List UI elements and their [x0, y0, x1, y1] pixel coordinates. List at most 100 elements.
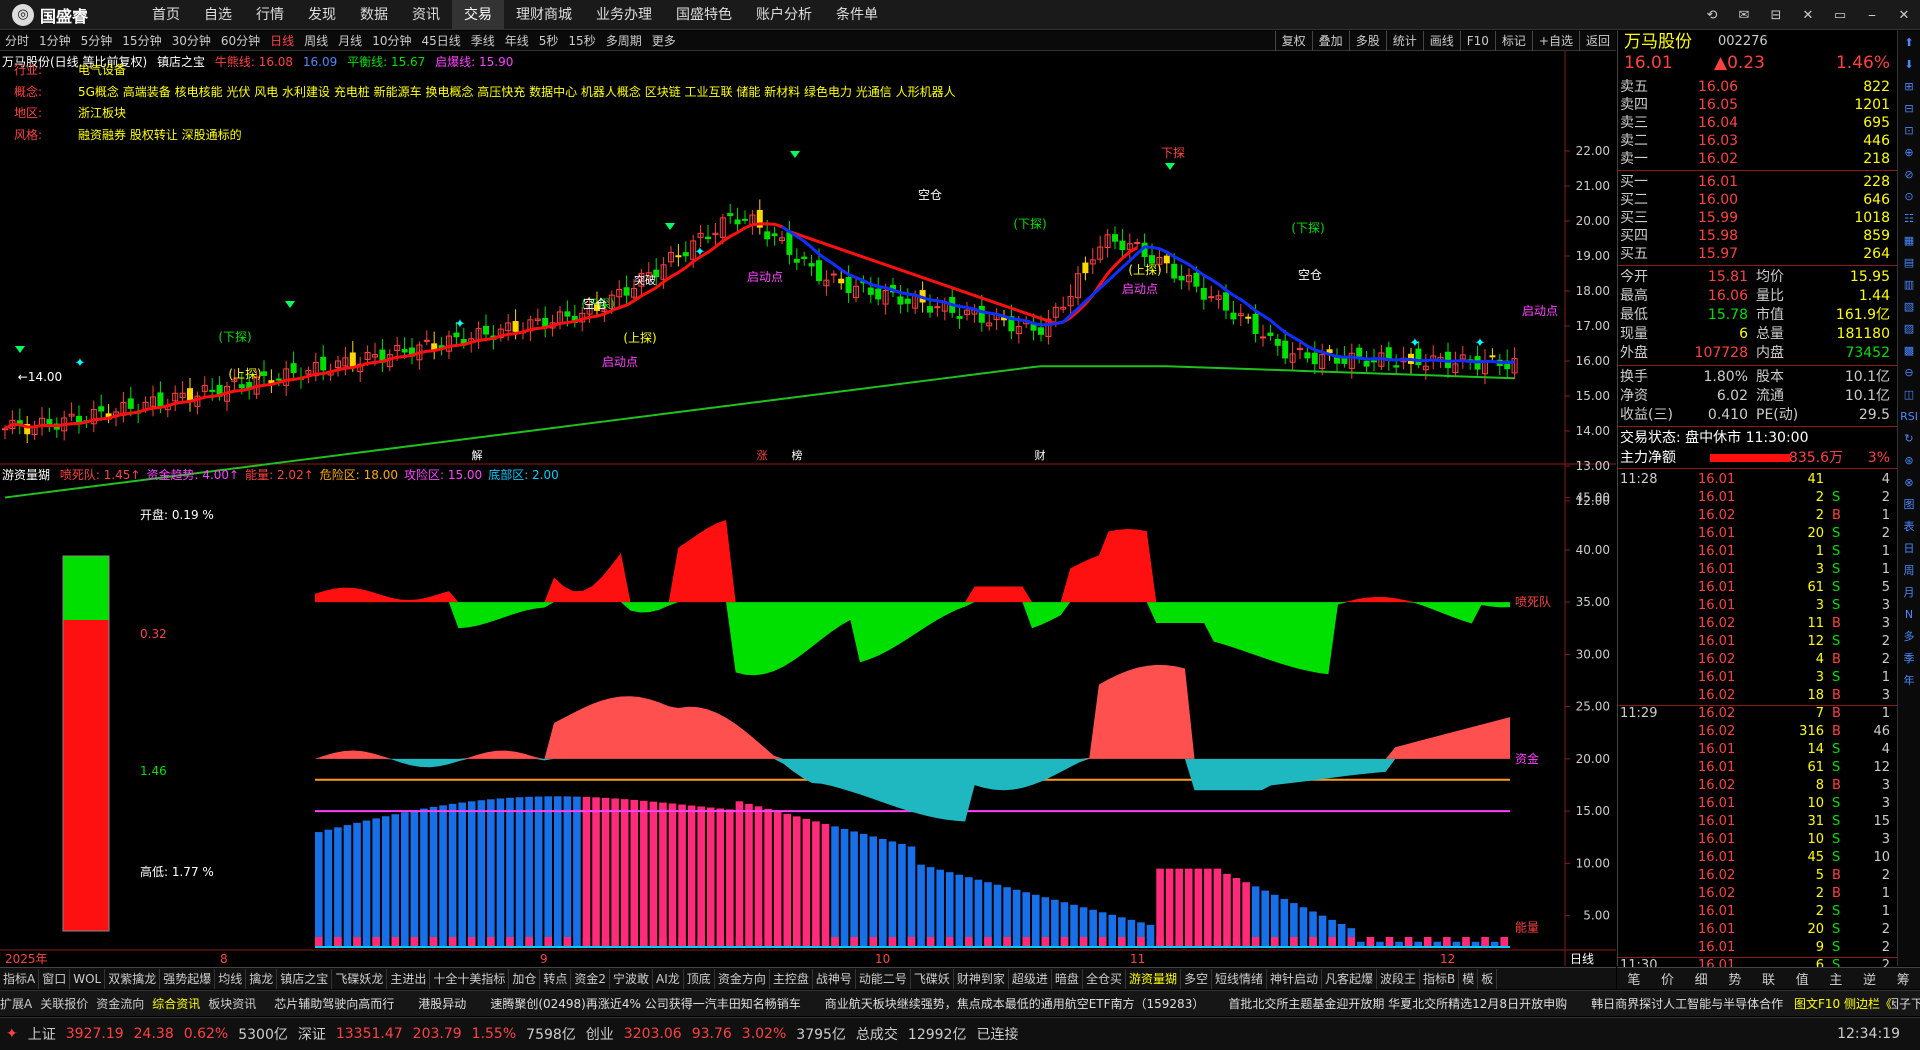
- side-tool-icon-10[interactable]: ▤: [1898, 251, 1920, 273]
- chart-tool-1[interactable]: 叠加: [1311, 31, 1349, 51]
- period-12[interactable]: 年线: [500, 31, 534, 51]
- side-tool-icon-25[interactable]: 月: [1898, 581, 1920, 603]
- nav-item-0[interactable]: 首页: [140, 0, 192, 30]
- indicator-tab-22[interactable]: 财神到家: [954, 968, 1009, 989]
- period-11[interactable]: 季线: [466, 31, 500, 51]
- nav-item-2[interactable]: 行情: [244, 0, 296, 30]
- period-14[interactable]: 15秒: [563, 31, 600, 51]
- period-3[interactable]: 15分钟: [117, 31, 166, 51]
- indicator-tab-0[interactable]: 指标A: [0, 968, 40, 989]
- chart-tool-7[interactable]: +自选: [1531, 31, 1579, 51]
- side-tool-icon-0[interactable]: ⬆: [1898, 31, 1920, 53]
- window-control-icon-2[interactable]: ⊟: [1760, 8, 1792, 23]
- nav-item-9[interactable]: 国盛特色: [664, 0, 744, 30]
- detail-tab-7[interactable]: 逆: [1853, 969, 1887, 988]
- indicator-tab-20[interactable]: 动能二号: [856, 968, 911, 989]
- period-2[interactable]: 5分钟: [76, 31, 118, 51]
- news-item-2[interactable]: 速腾聚创(02498)再涨近4% 公司获得一汽丰田知名畅销车: [490, 995, 800, 1012]
- window-control-icon-4[interactable]: ▭: [1824, 8, 1856, 23]
- side-tool-icon-14[interactable]: ▩: [1898, 339, 1920, 361]
- side-tool-icon-15[interactable]: ⊖: [1898, 361, 1920, 383]
- indicator-tab-29[interactable]: 神针启动: [1267, 968, 1323, 989]
- period-8[interactable]: 月线: [333, 31, 367, 51]
- nav-item-5[interactable]: 资讯: [400, 0, 452, 30]
- news-item-5[interactable]: 韩日商界探讨人工智能与半导体合作: [1591, 995, 1783, 1012]
- period-6[interactable]: 日线: [265, 31, 299, 51]
- indicator-tab-right-0[interactable]: 指标B: [1420, 968, 1460, 989]
- sub-indicator-title[interactable]: 游资量猢: [2, 468, 50, 482]
- detail-tab-3[interactable]: 势: [1718, 969, 1752, 988]
- period-0[interactable]: 分时: [0, 31, 34, 51]
- side-tool-icon-29[interactable]: 年: [1898, 669, 1920, 691]
- side-tool-icon-24[interactable]: 周: [1898, 559, 1920, 581]
- extension-tab-0[interactable]: 扩展A: [0, 995, 32, 1012]
- side-tool-icon-12[interactable]: ▧: [1898, 295, 1920, 317]
- news-item-0[interactable]: 芯片辅助驾驶向高而行: [274, 995, 394, 1012]
- indicator-tab-11[interactable]: 加仓: [509, 968, 541, 989]
- indicator-tab-8[interactable]: 飞碟妖龙: [332, 968, 388, 989]
- indicator-tab-2[interactable]: WOL: [70, 968, 106, 989]
- side-tool-icon-8[interactable]: ☷: [1898, 207, 1920, 229]
- side-tool-icon-6[interactable]: ⊘: [1898, 163, 1920, 185]
- side-tool-icon-1[interactable]: ⬇: [1898, 53, 1920, 75]
- window-control-icon-5[interactable]: ⎯: [1856, 8, 1888, 23]
- period-16[interactable]: 更多: [647, 31, 681, 51]
- side-tool-icon-19[interactable]: ⊛: [1898, 449, 1920, 471]
- side-tool-icon-5[interactable]: ⊕: [1898, 141, 1920, 163]
- chart-tool-8[interactable]: 返回: [1578, 31, 1616, 51]
- indicator-tab-24[interactable]: 暗盘: [1052, 968, 1083, 989]
- indicator-tab-28[interactable]: 短线情绪: [1212, 968, 1267, 989]
- news-item-3[interactable]: 商业航天板块继续强势，焦点成本最低的通用航空ETF南方（159283）: [825, 995, 1205, 1012]
- chart-area[interactable]: 22.00 21.00 20.00 19.00 18.00 17.00 16.00 15.00…: [0, 51, 1616, 966]
- chart-tool-4[interactable]: 画线: [1422, 31, 1460, 51]
- indicator-tab-18[interactable]: 主控盘: [770, 968, 813, 989]
- indicator-tab-15[interactable]: AI龙: [653, 968, 684, 989]
- extension-tab-3[interactable]: 综合资讯: [152, 995, 200, 1012]
- detail-tab-0[interactable]: 笔: [1617, 969, 1651, 988]
- detail-tab-4[interactable]: 联: [1752, 969, 1786, 988]
- side-tool-icon-20[interactable]: ⊗: [1898, 471, 1920, 493]
- detail-tab-1[interactable]: 价: [1651, 969, 1685, 988]
- indicator-tab-17[interactable]: 资金方向: [715, 968, 770, 989]
- nav-item-6[interactable]: 交易: [452, 0, 504, 30]
- indicator-tab-3[interactable]: 双紫擒龙: [105, 968, 161, 989]
- indicator-module[interactable]: 镇店之宝: [157, 55, 205, 69]
- detail-tab-5[interactable]: 值: [1785, 969, 1819, 988]
- indicator-tab-31[interactable]: 波段王: [1377, 968, 1421, 989]
- indicator-tab-right-2[interactable]: 板: [1478, 968, 1498, 989]
- period-13[interactable]: 5秒: [534, 31, 564, 51]
- side-tool-icon-2[interactable]: ⊞: [1898, 75, 1920, 97]
- indicator-tab-12[interactable]: 转点: [540, 968, 572, 989]
- indicator-tab-30[interactable]: 凡客起爆: [1322, 968, 1378, 989]
- nav-item-1[interactable]: 自选: [192, 0, 244, 30]
- nav-item-10[interactable]: 账户分析: [744, 0, 824, 30]
- news-item-4[interactable]: 首批北交所主题基金迎开放期 华夏北交所精选12月8日开放申购: [1228, 995, 1567, 1012]
- side-tool-icon-16[interactable]: ◫: [1898, 383, 1920, 405]
- chart-tool-0[interactable]: 复权: [1274, 31, 1312, 51]
- indicator-tab-7[interactable]: 镇店之宝: [277, 968, 333, 989]
- indicator-tab-right-1[interactable]: 模: [1459, 968, 1479, 989]
- window-control-icon-0[interactable]: ⟲: [1696, 8, 1728, 23]
- period-9[interactable]: 10分钟: [367, 31, 416, 51]
- side-tool-icon-26[interactable]: N: [1898, 603, 1920, 625]
- period-7[interactable]: 周线: [299, 31, 333, 51]
- side-tool-icon-18[interactable]: ↻: [1898, 427, 1920, 449]
- side-tool-icon-3[interactable]: ⊟: [1898, 97, 1920, 119]
- window-control-icon-3[interactable]: ✕: [1792, 8, 1824, 23]
- chart-tool-3[interactable]: 统计: [1385, 31, 1423, 51]
- nav-item-8[interactable]: 业务办理: [584, 0, 664, 30]
- window-control-icon-1[interactable]: ✉: [1728, 8, 1760, 23]
- period-10[interactable]: 45日线: [416, 31, 465, 51]
- chart-tool-5[interactable]: F10: [1459, 31, 1495, 51]
- indicator-tab-27[interactable]: 多空: [1181, 968, 1212, 989]
- extension-tab-2[interactable]: 资金流向: [96, 995, 144, 1012]
- indicator-tab-21[interactable]: 飞碟妖: [911, 968, 954, 989]
- extension-tab-1[interactable]: 关联报价: [40, 995, 88, 1012]
- indicator-tab-13[interactable]: 资金2: [571, 968, 611, 989]
- nav-item-11[interactable]: 条件单: [824, 0, 890, 30]
- side-tool-icon-22[interactable]: 表: [1898, 515, 1920, 537]
- chart-tool-2[interactable]: 多股: [1348, 31, 1386, 51]
- nav-item-4[interactable]: 数据: [348, 0, 400, 30]
- news-item-1[interactable]: 港股异动: [418, 995, 466, 1012]
- side-tool-icon-7[interactable]: ⊙: [1898, 185, 1920, 207]
